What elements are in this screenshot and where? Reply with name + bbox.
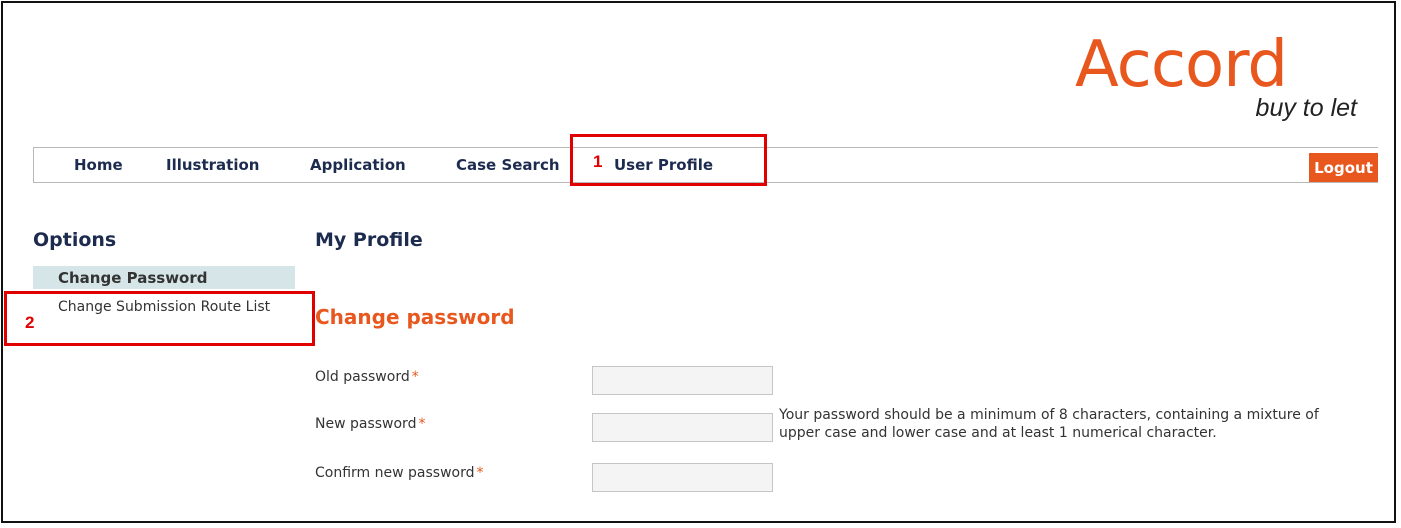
new-password-input[interactable] bbox=[592, 413, 773, 442]
old-password-label: Old password * bbox=[315, 369, 419, 385]
new-password-label: New password * bbox=[315, 416, 426, 432]
required-marker: * bbox=[418, 416, 426, 432]
confirm-password-label: Confirm new password * bbox=[315, 465, 484, 481]
logout-button[interactable]: Logout bbox=[1309, 153, 1378, 182]
section-title: Change password bbox=[315, 305, 515, 329]
confirm-password-input[interactable] bbox=[592, 463, 773, 492]
required-marker: * bbox=[411, 369, 419, 385]
nav-case-search[interactable]: Case Search bbox=[456, 156, 560, 174]
sidebar-item-change-password[interactable]: Change Password bbox=[33, 266, 295, 289]
required-marker: * bbox=[476, 465, 484, 481]
nav-home[interactable]: Home bbox=[74, 156, 123, 174]
callout-box-2 bbox=[4, 291, 315, 346]
callout-number-1: 1 bbox=[593, 152, 603, 171]
svg-text:Accord: Accord bbox=[1075, 28, 1287, 102]
old-password-input[interactable] bbox=[592, 366, 773, 395]
callout-number-2: 2 bbox=[25, 313, 35, 332]
nav-illustration[interactable]: Illustration bbox=[166, 156, 259, 174]
options-heading: Options bbox=[33, 229, 117, 251]
accord-logo: Accord buy to let bbox=[1075, 18, 1383, 126]
nav-application[interactable]: Application bbox=[310, 156, 406, 174]
logo-tagline: buy to let bbox=[1255, 94, 1357, 122]
password-hint: Your password should be a minimum of 8 c… bbox=[779, 407, 1319, 441]
page-title: My Profile bbox=[315, 229, 423, 251]
